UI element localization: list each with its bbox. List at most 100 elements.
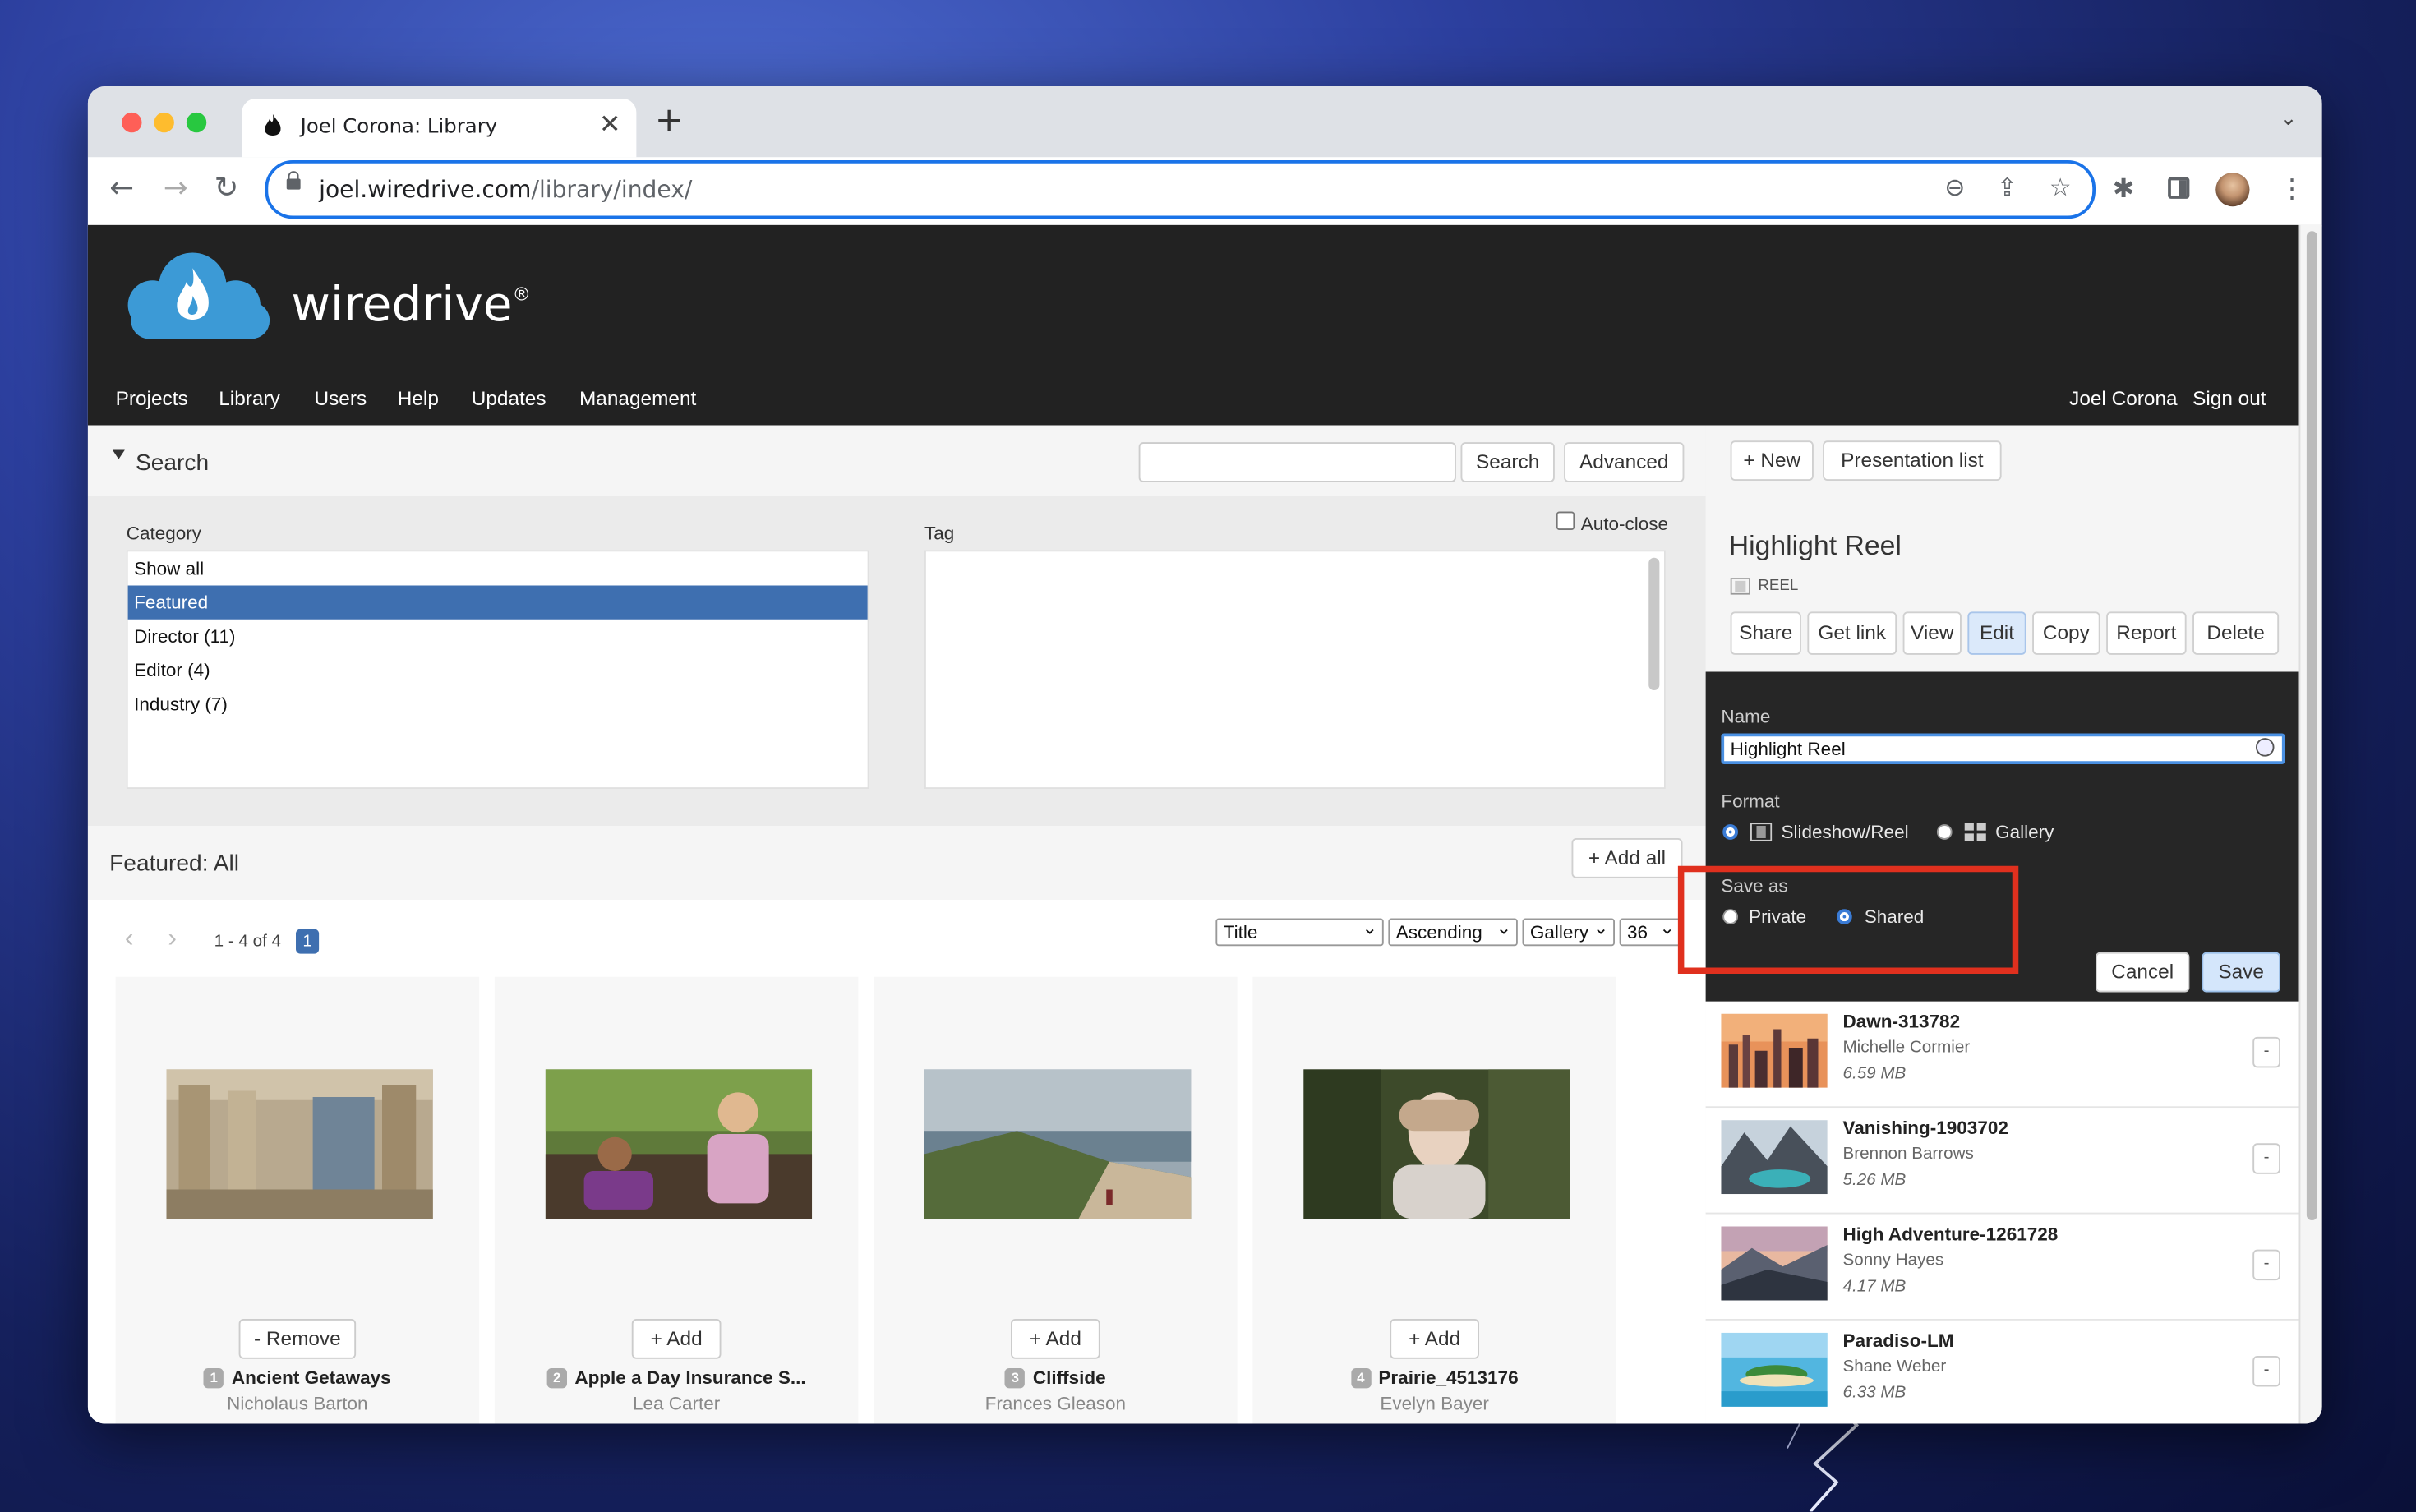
sign-out-link[interactable]: Sign out [2192,387,2266,410]
card-author: Evelyn Bayer [1380,1393,1489,1415]
close-window-button[interactable] [122,112,142,133]
card-title: 4 Prairie_4513176 [1252,1367,1616,1389]
copy-button[interactable]: Copy [2032,611,2100,655]
chevron-left-icon[interactable]: ‹ [125,923,134,954]
zoom-window-button[interactable] [186,112,207,133]
format-option-label: Gallery [1995,821,2054,843]
name-label: Name [1721,705,1771,727]
sidebar-icon[interactable] [2168,177,2190,199]
results-grid: ‹ › 1 - 4 of 4 1 Title Ascending Gallery… [87,900,1706,1424]
presentation-list-button[interactable]: Presentation list [1823,440,2002,481]
results-range: 1 - 4 of 4 [214,932,282,951]
search-toggle[interactable]: Search [136,450,209,477]
film-icon [1730,578,1750,595]
sort-order-select[interactable]: Ascending [1388,915,1518,947]
add-all-button[interactable]: + Add all [1571,838,1683,878]
address-bar[interactable]: joel.wiredrive.com/library/index/ ⊖ ⇪ ☆ [265,160,2096,219]
add-button[interactable]: + Add [1390,1319,1479,1359]
card-title: 3 Cliffside [874,1367,1238,1389]
search-button[interactable]: Search [1460,442,1555,482]
presentation-item[interactable]: Vanishing-1903702 Brennon Barrows 5.26 M… [1705,1108,2299,1215]
card-author: Lea Carter [632,1393,721,1415]
name-field[interactable] [1721,733,2285,764]
autoclose-checkbox[interactable] [1556,511,1575,530]
nav-projects[interactable]: Projects [116,387,188,410]
result-card[interactable]: + Add 3 Cliffside Frances Gleason [874,976,1238,1424]
presentation-sidebar: + New Presentation list Highlight Reel R… [1677,425,2299,1424]
add-button[interactable]: + Add [631,1319,722,1359]
password-key-icon[interactable] [2256,738,2275,757]
category-option[interactable]: Industry (7) [128,687,868,721]
zoom-out-icon[interactable]: ⊖ [1944,173,1965,202]
edit-button[interactable]: Edit [1967,611,2026,655]
sort-field-select[interactable]: Title [1215,915,1384,947]
new-presentation-button[interactable]: + New [1730,440,1814,481]
remove-item-button[interactable]: - [2252,1249,2280,1281]
category-option[interactable]: Editor (4) [128,653,868,687]
chevron-right-icon[interactable]: › [168,923,177,954]
category-option[interactable]: Show all [128,551,868,585]
browser-tab[interactable]: Joel Corona: Library ✕ [242,99,637,158]
avatar[interactable] [2215,173,2250,207]
flame-icon [265,113,281,136]
advanced-button[interactable]: Advanced [1564,442,1685,482]
save-button[interactable]: Save [2202,952,2280,993]
nav-help[interactable]: Help [398,387,439,410]
search-input[interactable] [1138,442,1456,482]
result-card[interactable]: - Remove 1 Ancient Getaways Nicholaus Bar… [115,976,480,1424]
view-mode-select[interactable]: Gallery [1522,915,1615,947]
format-label: Format [1721,790,1780,813]
remove-item-button[interactable]: - [2252,1143,2280,1174]
nav-updates[interactable]: Updates [472,387,546,410]
item-size: 4.17 MB [1842,1277,1907,1296]
caret-down-icon[interactable] [112,449,125,459]
reload-icon[interactable]: ↻ [214,171,239,205]
presentation-item[interactable]: Paradiso-LM Shane Weber 6.33 MB - [1705,1320,2299,1424]
report-button[interactable]: Report [2106,611,2187,655]
plus-icon[interactable]: + [655,102,684,141]
card-author: Frances Gleason [984,1393,1127,1415]
presentation-item[interactable]: High Adventure-1261728 Sonny Hayes 4.17 … [1705,1214,2299,1321]
result-card[interactable]: + Add 2 Apple a Day Insurance S... Lea Ca… [494,976,859,1424]
page-scrollbar-thumb[interactable] [2306,231,2317,1220]
add-button[interactable]: + Add [1011,1319,1100,1359]
per-page-select[interactable]: 36 [1619,915,1681,947]
nav-library[interactable]: Library [219,387,280,410]
remove-button[interactable]: - Remove [238,1319,357,1359]
item-size: 6.33 MB [1842,1383,1907,1403]
get-link-button[interactable]: Get link [1807,611,1897,655]
share-button[interactable]: Share [1730,611,1801,655]
puzzle-icon[interactable]: ✱ [2113,174,2135,205]
forward-arrow-icon[interactable]: → [164,171,188,205]
page-number-badge[interactable]: 1 [296,929,320,954]
remove-item-button[interactable]: - [2252,1356,2280,1387]
format-radio-slideshow[interactable] [1722,824,1738,840]
presentation-item[interactable]: Dawn-313782 Michelle Cormier 6.59 MB - [1705,1001,2299,1109]
item-title: High Adventure-1261728 [1842,1223,2059,1245]
minimize-window-button[interactable] [154,112,174,133]
back-arrow-icon[interactable]: ← [109,171,134,205]
close-icon[interactable]: ✕ [599,109,621,141]
category-option-selected[interactable]: Featured [127,585,868,620]
nav-users[interactable]: Users [315,387,367,410]
delete-button[interactable]: Delete [2192,611,2280,655]
share-icon[interactable]: ⇪ [1997,173,2017,202]
menu-icon[interactable]: ⋮ [2279,174,2305,205]
remove-item-button[interactable]: - [2252,1036,2280,1068]
result-card[interactable]: + Add 4 Prairie_4513176 Evelyn Bayer [1252,976,1616,1424]
format-radio-gallery[interactable] [1936,824,1953,840]
tag-list-scrollbar[interactable] [1648,557,1660,690]
thumbnail-dawn [1721,1013,1828,1088]
category-list[interactable]: Show all Featured Director (11) Editor (… [126,550,869,789]
nav-management[interactable]: Management [579,387,696,410]
star-icon[interactable]: ☆ [2049,173,2072,202]
thumbnail-apple-a-day [545,1069,813,1219]
tag-list[interactable] [924,550,1666,789]
thumbnail-prairie [1303,1069,1570,1219]
cancel-button[interactable]: Cancel [2096,952,2190,993]
page-scrollbar[interactable] [2298,224,2322,1424]
category-option[interactable]: Director (11) [128,620,868,653]
user-name[interactable]: Joel Corona [2069,387,2177,410]
view-button[interactable]: View [1902,611,1962,655]
chevron-down-icon[interactable]: ⌄ [2280,106,2298,131]
